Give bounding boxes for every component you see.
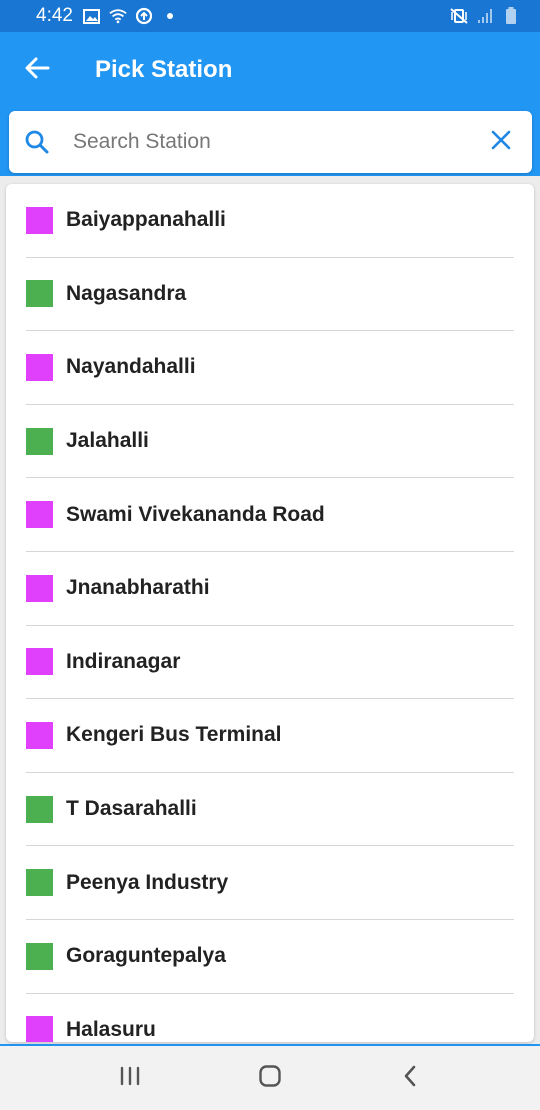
dot-icon	[161, 7, 179, 25]
station-name: Swami Vivekananda Road	[66, 502, 325, 526]
green-line-swatch	[26, 942, 53, 970]
station-name: Nayandahalli	[66, 355, 196, 379]
battery-icon	[502, 7, 520, 25]
station-name: Halasuru	[66, 1017, 156, 1041]
home-icon	[258, 1064, 282, 1093]
close-icon	[491, 130, 511, 155]
status-bar: 4:42	[0, 0, 540, 32]
station-name: Jalahalli	[66, 429, 149, 453]
station-list-card: Baiyappanahalli Nagasandra Nayandahalli Jal…	[6, 184, 534, 1042]
signal-icon	[476, 7, 494, 25]
purple-line-swatch	[26, 206, 53, 234]
station-name: T Dasarahalli	[66, 797, 197, 821]
recent-apps-icon	[119, 1066, 141, 1091]
purple-line-swatch	[26, 501, 53, 529]
clear-search-button[interactable]	[470, 111, 532, 173]
station-item[interactable]: Peenya Industry	[26, 846, 514, 920]
list-area: Baiyappanahalli Nagasandra Nayandahalli Jal…	[0, 176, 540, 1044]
station-name: Goraguntepalya	[66, 944, 226, 968]
search-icon	[9, 111, 65, 173]
recent-apps-button[interactable]	[60, 1046, 200, 1110]
status-system-icons	[450, 7, 520, 25]
purple-line-swatch	[26, 353, 53, 381]
station-item[interactable]: Goraguntepalya	[26, 920, 514, 994]
station-item[interactable]: Halasuru	[26, 994, 514, 1042]
green-line-swatch	[26, 427, 53, 455]
green-line-swatch	[26, 795, 53, 823]
station-name: Indiranagar	[66, 649, 181, 673]
station-item[interactable]: Jnanabharathi	[26, 552, 514, 626]
arrow-left-icon	[24, 56, 50, 85]
station-item[interactable]: Kengeri Bus Terminal	[26, 699, 514, 773]
status-left: 4:42	[36, 5, 179, 27]
station-item[interactable]: Baiyappanahalli	[26, 184, 514, 258]
station-item[interactable]: Nayandahalli	[26, 331, 514, 405]
system-nav-bar	[0, 1046, 540, 1110]
purple-line-swatch	[26, 648, 53, 676]
nav-back-button[interactable]	[340, 1046, 480, 1110]
station-item[interactable]: Swami Vivekananda Road	[26, 478, 514, 552]
image-icon	[83, 7, 101, 25]
status-notification-icons	[83, 7, 179, 25]
station-name: Jnanabharathi	[66, 576, 210, 600]
station-item[interactable]: T Dasarahalli	[26, 773, 514, 847]
station-item[interactable]: Jalahalli	[26, 405, 514, 479]
purple-line-swatch	[26, 721, 53, 749]
station-list: Baiyappanahalli Nagasandra Nayandahalli Jal…	[6, 184, 534, 1042]
green-line-swatch	[26, 869, 53, 897]
search-box	[9, 111, 532, 173]
app-bar: Pick Station	[0, 32, 540, 108]
page-title: Pick Station	[95, 56, 233, 83]
search-input[interactable]	[65, 130, 470, 154]
station-name: Kengeri Bus Terminal	[66, 723, 282, 747]
back-button[interactable]	[0, 32, 74, 108]
station-item[interactable]: Nagasandra	[26, 258, 514, 332]
station-item[interactable]: Indiranagar	[26, 626, 514, 700]
status-time: 4:42	[36, 5, 73, 26]
mute-vibrate-icon	[450, 7, 468, 25]
data-saver-icon	[135, 7, 153, 25]
purple-line-swatch	[26, 1016, 53, 1042]
purple-line-swatch	[26, 574, 53, 602]
green-line-swatch	[26, 280, 53, 308]
back-icon	[402, 1064, 418, 1093]
wifi-icon	[109, 7, 127, 25]
station-name: Peenya Industry	[66, 870, 229, 894]
home-button[interactable]	[200, 1046, 340, 1110]
station-name: Nagasandra	[66, 281, 187, 305]
station-name: Baiyappanahalli	[66, 208, 226, 232]
